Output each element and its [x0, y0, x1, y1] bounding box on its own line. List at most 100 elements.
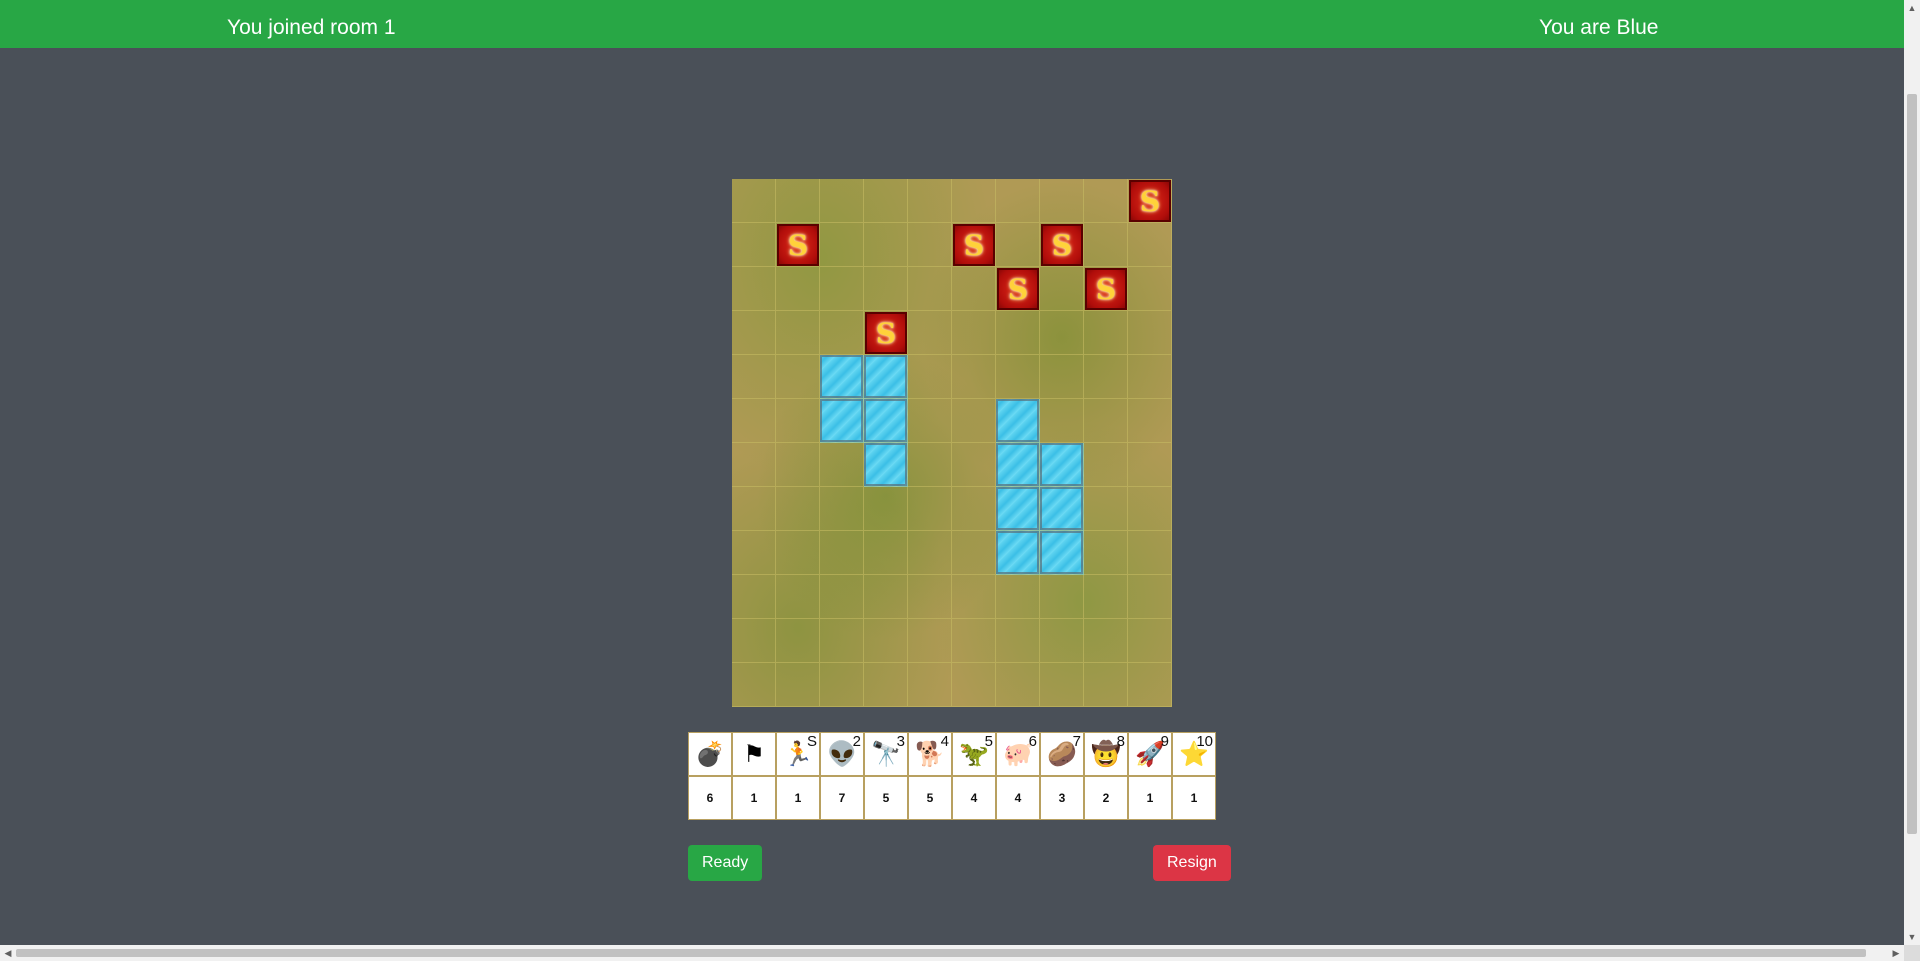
- board-cell[interactable]: [864, 619, 908, 663]
- tray-piece[interactable]: ⭐ 10: [1172, 732, 1216, 776]
- board-cell[interactable]: [1084, 575, 1128, 619]
- board-cell[interactable]: [1040, 355, 1084, 399]
- tray-piece[interactable]: 🚀 9: [1128, 732, 1172, 776]
- board-cell[interactable]: [1128, 487, 1172, 531]
- opponent-piece[interactable]: S: [777, 224, 819, 266]
- board-cell[interactable]: [952, 267, 996, 311]
- resign-button[interactable]: Resign: [1153, 845, 1231, 881]
- tray-piece[interactable]: ⚑: [732, 732, 776, 776]
- board-cell[interactable]: [864, 267, 908, 311]
- tray-piece[interactable]: 💣: [688, 732, 732, 776]
- board-cell[interactable]: [1084, 179, 1128, 223]
- board-cell[interactable]: [732, 223, 776, 267]
- board-cell[interactable]: [864, 179, 908, 223]
- board-cell[interactable]: [1084, 399, 1128, 443]
- board-cell[interactable]: [996, 311, 1040, 355]
- tray-piece[interactable]: 🏃 S: [776, 732, 820, 776]
- board-cell[interactable]: [732, 531, 776, 575]
- board-cell[interactable]: [1128, 355, 1172, 399]
- board-cell[interactable]: [996, 179, 1040, 223]
- board-cell[interactable]: [952, 531, 996, 575]
- board-cell[interactable]: [996, 223, 1040, 267]
- board-cell[interactable]: [732, 575, 776, 619]
- board-cell[interactable]: [1040, 267, 1084, 311]
- board-cell[interactable]: [1084, 223, 1128, 267]
- board-cell[interactable]: [776, 443, 820, 487]
- board-cell[interactable]: [820, 179, 864, 223]
- board-cell[interactable]: [952, 487, 996, 531]
- board-cell[interactable]: [732, 619, 776, 663]
- board-cell[interactable]: [1040, 311, 1084, 355]
- opponent-piece[interactable]: S: [1085, 268, 1127, 310]
- board-cell[interactable]: [1128, 443, 1172, 487]
- board-cell[interactable]: S: [1084, 267, 1128, 311]
- scroll-left-icon[interactable]: ◀: [0, 945, 16, 961]
- board-cell[interactable]: [952, 311, 996, 355]
- board-cell[interactable]: [1084, 619, 1128, 663]
- board-cell[interactable]: [908, 311, 952, 355]
- opponent-piece[interactable]: S: [865, 312, 907, 354]
- board-cell[interactable]: [864, 663, 908, 707]
- vertical-scrollbar[interactable]: ▲ ▼: [1904, 0, 1920, 945]
- scroll-down-icon[interactable]: ▼: [1904, 929, 1920, 945]
- board-cell[interactable]: [1128, 223, 1172, 267]
- board-cell[interactable]: [864, 487, 908, 531]
- scroll-up-icon[interactable]: ▲: [1904, 0, 1920, 16]
- board-cell[interactable]: [1084, 355, 1128, 399]
- board-cell[interactable]: [952, 663, 996, 707]
- board-cell[interactable]: [1040, 663, 1084, 707]
- board-cell[interactable]: [1128, 619, 1172, 663]
- game-board[interactable]: SSSSSSS: [732, 179, 1172, 707]
- board-cell[interactable]: [996, 575, 1040, 619]
- board-cell[interactable]: [1128, 663, 1172, 707]
- board-cell[interactable]: S: [1128, 179, 1172, 223]
- tray-piece[interactable]: 🤠 8: [1084, 732, 1128, 776]
- tray-piece[interactable]: 🐕 4: [908, 732, 952, 776]
- board-cell[interactable]: [732, 355, 776, 399]
- board-cell[interactable]: [1040, 619, 1084, 663]
- board-cell[interactable]: [1084, 663, 1128, 707]
- board-cell[interactable]: S: [1040, 223, 1084, 267]
- horizontal-scroll-thumb[interactable]: [16, 949, 1866, 957]
- board-cell[interactable]: [1040, 399, 1084, 443]
- board-cell[interactable]: S: [996, 267, 1040, 311]
- board-cell[interactable]: [908, 267, 952, 311]
- board-cell[interactable]: [1040, 179, 1084, 223]
- board-cell[interactable]: [732, 399, 776, 443]
- board-cell[interactable]: [776, 663, 820, 707]
- board-cell[interactable]: [776, 355, 820, 399]
- board-cell[interactable]: [1084, 531, 1128, 575]
- board-cell[interactable]: [776, 619, 820, 663]
- board-cell[interactable]: [908, 355, 952, 399]
- board-cell[interactable]: [776, 399, 820, 443]
- board-cell[interactable]: [908, 223, 952, 267]
- board-cell[interactable]: [820, 619, 864, 663]
- board-cell[interactable]: [1084, 443, 1128, 487]
- tray-piece[interactable]: 🐖 6: [996, 732, 1040, 776]
- board-cell[interactable]: [952, 355, 996, 399]
- board-cell[interactable]: [1128, 531, 1172, 575]
- board-cell[interactable]: [908, 619, 952, 663]
- tray-piece[interactable]: 🦖 5: [952, 732, 996, 776]
- ready-button[interactable]: Ready: [688, 845, 763, 881]
- board-cell[interactable]: [732, 663, 776, 707]
- board-cell[interactable]: [776, 575, 820, 619]
- board-cell[interactable]: [952, 575, 996, 619]
- board-cell[interactable]: [952, 619, 996, 663]
- board-cell[interactable]: [820, 663, 864, 707]
- board-cell[interactable]: [732, 311, 776, 355]
- board-cell[interactable]: [952, 443, 996, 487]
- board-cell[interactable]: [820, 443, 864, 487]
- board-cell[interactable]: [996, 355, 1040, 399]
- board-cell[interactable]: [732, 267, 776, 311]
- board-cell[interactable]: [776, 531, 820, 575]
- board-cell[interactable]: [732, 443, 776, 487]
- tray-piece[interactable]: 👽 2: [820, 732, 864, 776]
- board-cell[interactable]: [820, 575, 864, 619]
- board-cell[interactable]: [820, 311, 864, 355]
- board-cell[interactable]: [776, 179, 820, 223]
- tray-piece[interactable]: 🔭 3: [864, 732, 908, 776]
- tray-piece[interactable]: 🥔 7: [1040, 732, 1084, 776]
- board-cell[interactable]: [1084, 311, 1128, 355]
- board-cell[interactable]: [952, 179, 996, 223]
